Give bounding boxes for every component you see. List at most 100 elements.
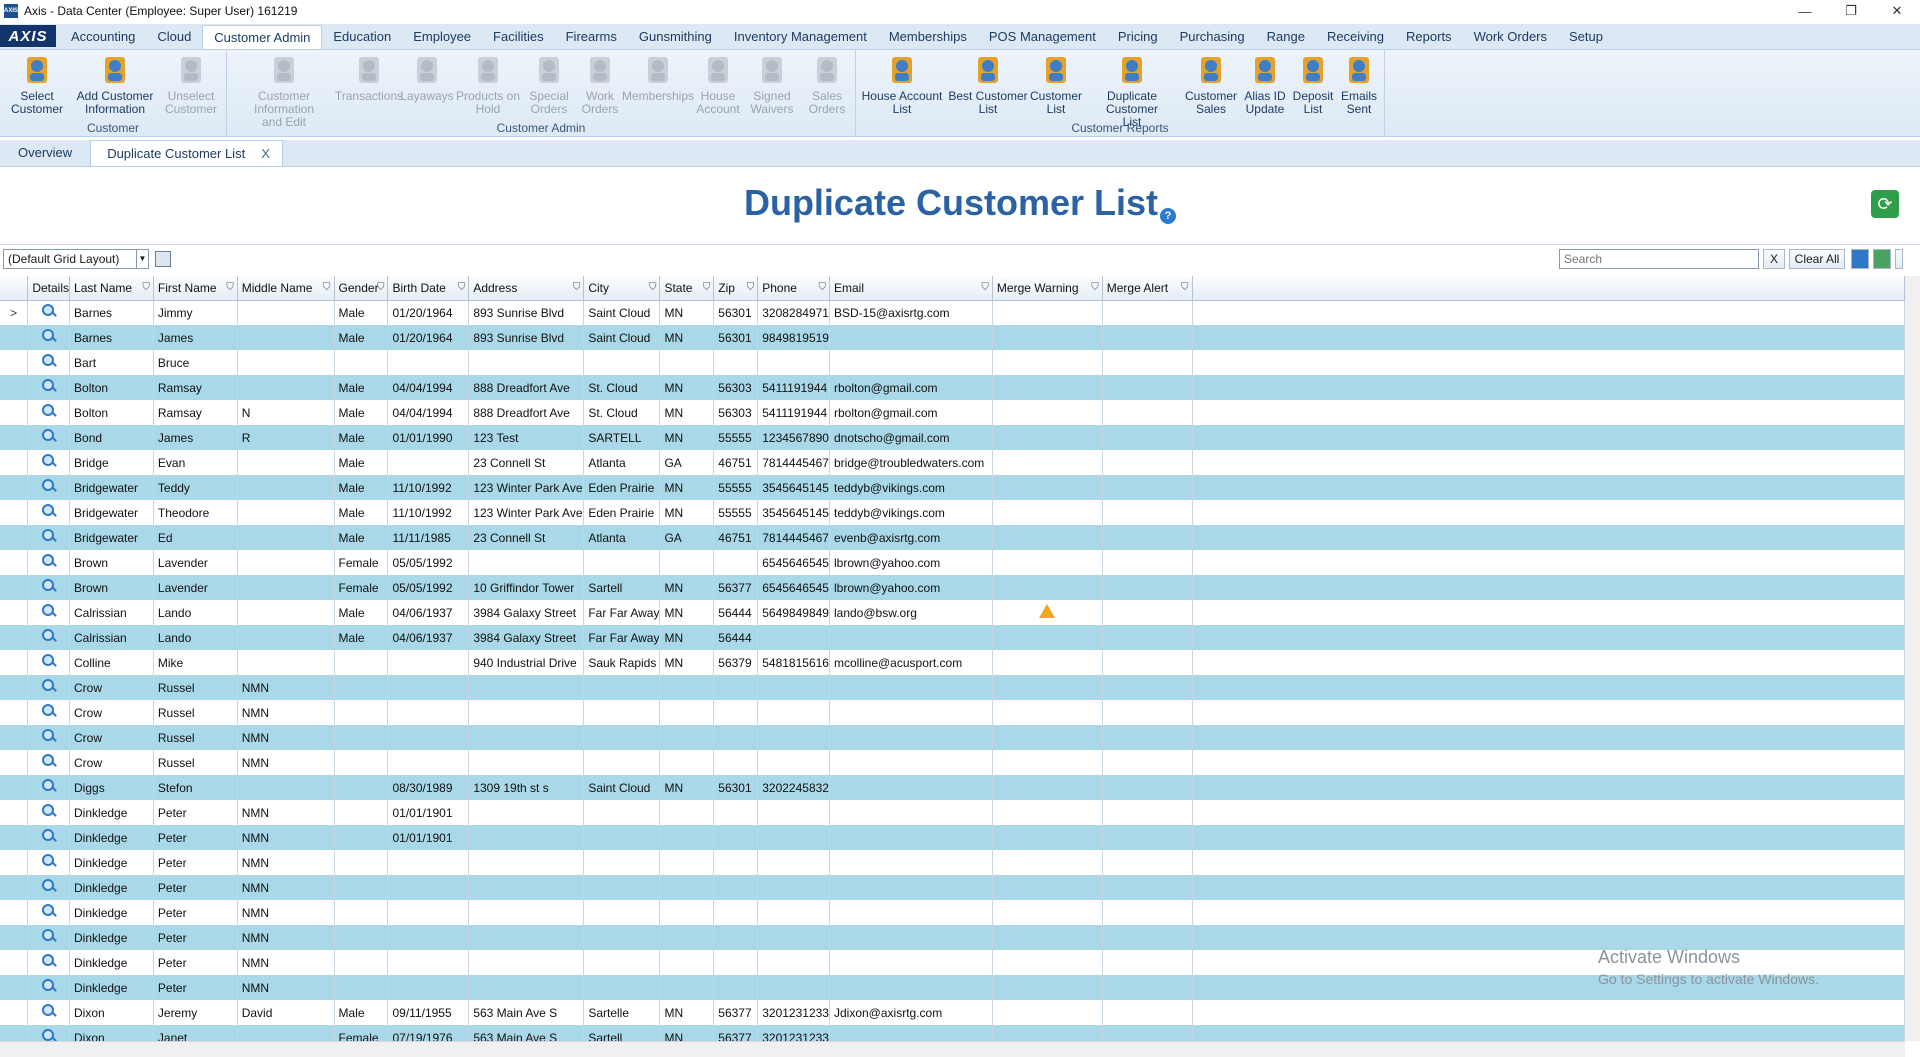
refresh-icon[interactable]: ⟳	[1871, 190, 1899, 218]
details-cell[interactable]	[27, 700, 71, 725]
table-row[interactable]: Dinkledge Peter NMN	[0, 875, 1905, 900]
details-cell[interactable]	[27, 575, 71, 600]
details-cell[interactable]	[27, 300, 71, 325]
filter-icon[interactable]: ⛉	[649, 282, 657, 293]
row-selector[interactable]	[0, 325, 29, 350]
details-cell[interactable]	[27, 875, 71, 900]
magnifier-icon[interactable]	[41, 778, 57, 794]
column-header-first-name[interactable]: First Name ⛉	[153, 276, 238, 301]
table-row[interactable]: Crow Russel NMN	[0, 750, 1905, 775]
column-header-address[interactable]: Address ⛉	[468, 276, 585, 301]
column-header-middle-name[interactable]: Middle Name ⛉	[237, 276, 335, 301]
table-row[interactable]: Dixon Jeremy David Male 09/11/1955 563 Main A…	[0, 1000, 1905, 1025]
column-header-merge-warning[interactable]: Merge Warning ⛉	[992, 276, 1103, 301]
row-selector[interactable]	[0, 475, 29, 500]
magnifier-icon[interactable]	[41, 353, 57, 369]
filter-icon[interactable]: ⛉	[142, 282, 150, 293]
pin-icon[interactable]	[1851, 249, 1869, 269]
magnifier-icon[interactable]	[41, 828, 57, 844]
table-row[interactable]: Dinkledge Peter NMN	[0, 900, 1905, 925]
details-cell[interactable]	[27, 900, 71, 925]
column-header-email[interactable]: Email ⛉	[829, 276, 993, 301]
details-cell[interactable]	[27, 725, 71, 750]
search-input[interactable]	[1559, 249, 1759, 269]
row-selector[interactable]	[0, 600, 29, 625]
magnifier-icon[interactable]	[41, 328, 57, 344]
details-cell[interactable]	[27, 925, 71, 950]
table-row[interactable]: Crow Russel NMN	[0, 700, 1905, 725]
column-header-zip[interactable]: Zip ⛉	[713, 276, 759, 301]
table-row[interactable]: Dinkledge Peter NMN	[0, 850, 1905, 875]
table-row[interactable]: Bond James R Male 01/01/1990 123 Test SARTELL M…	[0, 425, 1905, 450]
magnifier-icon[interactable]	[41, 653, 57, 669]
magnifier-icon[interactable]	[41, 953, 57, 969]
details-cell[interactable]	[27, 950, 71, 975]
details-cell[interactable]	[27, 1025, 71, 1041]
save-layout-icon[interactable]	[155, 250, 171, 267]
details-cell[interactable]	[27, 750, 71, 775]
column-header-gender[interactable]: Gender ⛉	[334, 276, 389, 301]
column-header-state[interactable]: State ⛉	[659, 276, 715, 301]
row-selector[interactable]	[0, 850, 29, 875]
row-selector[interactable]	[0, 825, 29, 850]
table-row[interactable]: Calrissian Lando Male 04/06/1937 3984 Galaxy…	[0, 625, 1905, 650]
details-cell[interactable]	[27, 500, 71, 525]
close-tab-icon[interactable]: X	[261, 146, 270, 161]
details-cell[interactable]	[27, 675, 71, 700]
row-selector[interactable]	[0, 550, 29, 575]
tab-overview[interactable]: Overview	[0, 140, 90, 166]
more-icon[interactable]	[1895, 249, 1903, 269]
filter-icon[interactable]: ⛉	[1091, 282, 1099, 293]
column-header-birth-date[interactable]: Birth Date ⛉	[387, 276, 470, 301]
table-row[interactable]: Diggs Stefon 08/30/1989 1309 19th st s Saint…	[0, 775, 1905, 800]
column-header-merge-alert[interactable]: Merge Alert ⛉	[1102, 276, 1193, 301]
menu-tab-pos-management[interactable]: POS Management	[978, 25, 1107, 49]
details-cell[interactable]	[27, 625, 71, 650]
row-selector[interactable]	[0, 350, 29, 375]
column-header-last-name[interactable]: Last Name ⛉	[69, 276, 154, 301]
details-cell[interactable]	[27, 550, 71, 575]
table-row[interactable]: Bridge Evan Male 23 Connell St Atlanta GA 4675…	[0, 450, 1905, 475]
column-header-details[interactable]: Details	[27, 276, 71, 301]
table-row[interactable]: Bridgewater Teddy Male 11/10/1992 123 Winter…	[0, 475, 1905, 500]
row-selector[interactable]	[0, 425, 29, 450]
grid-layout-select[interactable]: (Default Grid Layout) ▼	[3, 248, 149, 269]
table-row[interactable]: > Barnes Jimmy Male 01/20/1964 893 Sunrise Bl…	[0, 300, 1905, 325]
export-icon[interactable]	[1873, 249, 1891, 269]
table-row[interactable]: Bolton Ramsay Male 04/04/1994 888 Dreadfort …	[0, 375, 1905, 400]
magnifier-icon[interactable]	[41, 628, 57, 644]
details-cell[interactable]	[27, 800, 71, 825]
row-selector[interactable]	[0, 1000, 29, 1025]
row-selector[interactable]	[0, 925, 29, 950]
row-selector[interactable]	[0, 900, 29, 925]
table-row[interactable]: Barnes James Male 01/20/1964 893 Sunrise Blv…	[0, 325, 1905, 350]
table-row[interactable]: Colline Mike 940 Industrial Drive Sauk Rapi…	[0, 650, 1905, 675]
row-selector[interactable]	[0, 575, 29, 600]
magnifier-icon[interactable]	[41, 1003, 57, 1019]
menu-tab-employee[interactable]: Employee	[402, 25, 482, 49]
magnifier-icon[interactable]	[41, 378, 57, 394]
menu-tab-inventory-management[interactable]: Inventory Management	[723, 25, 878, 49]
filter-icon[interactable]: ⛉	[377, 282, 385, 293]
details-cell[interactable]	[27, 975, 71, 1000]
column-header-phone[interactable]: Phone ⛉	[757, 276, 830, 301]
menu-tab-gunsmithing[interactable]: Gunsmithing	[628, 25, 723, 49]
magnifier-icon[interactable]	[41, 553, 57, 569]
magnifier-icon[interactable]	[41, 428, 57, 444]
row-selector[interactable]	[0, 625, 29, 650]
clear-search-button[interactable]: X	[1763, 249, 1785, 269]
close-window-button[interactable]: ✕	[1874, 0, 1920, 22]
details-cell[interactable]	[27, 425, 71, 450]
menu-tab-education[interactable]: Education	[322, 25, 402, 49]
magnifier-icon[interactable]	[41, 978, 57, 994]
menu-tab-accounting[interactable]: Accounting	[60, 25, 146, 49]
magnifier-icon[interactable]	[41, 928, 57, 944]
magnifier-icon[interactable]	[41, 303, 57, 319]
filter-icon[interactable]: ⛉	[458, 282, 466, 293]
magnifier-icon[interactable]	[41, 703, 57, 719]
magnifier-icon[interactable]	[41, 503, 57, 519]
filter-icon[interactable]: ⛉	[323, 282, 331, 293]
magnifier-icon[interactable]	[41, 878, 57, 894]
details-cell[interactable]	[27, 850, 71, 875]
details-cell[interactable]	[27, 650, 71, 675]
